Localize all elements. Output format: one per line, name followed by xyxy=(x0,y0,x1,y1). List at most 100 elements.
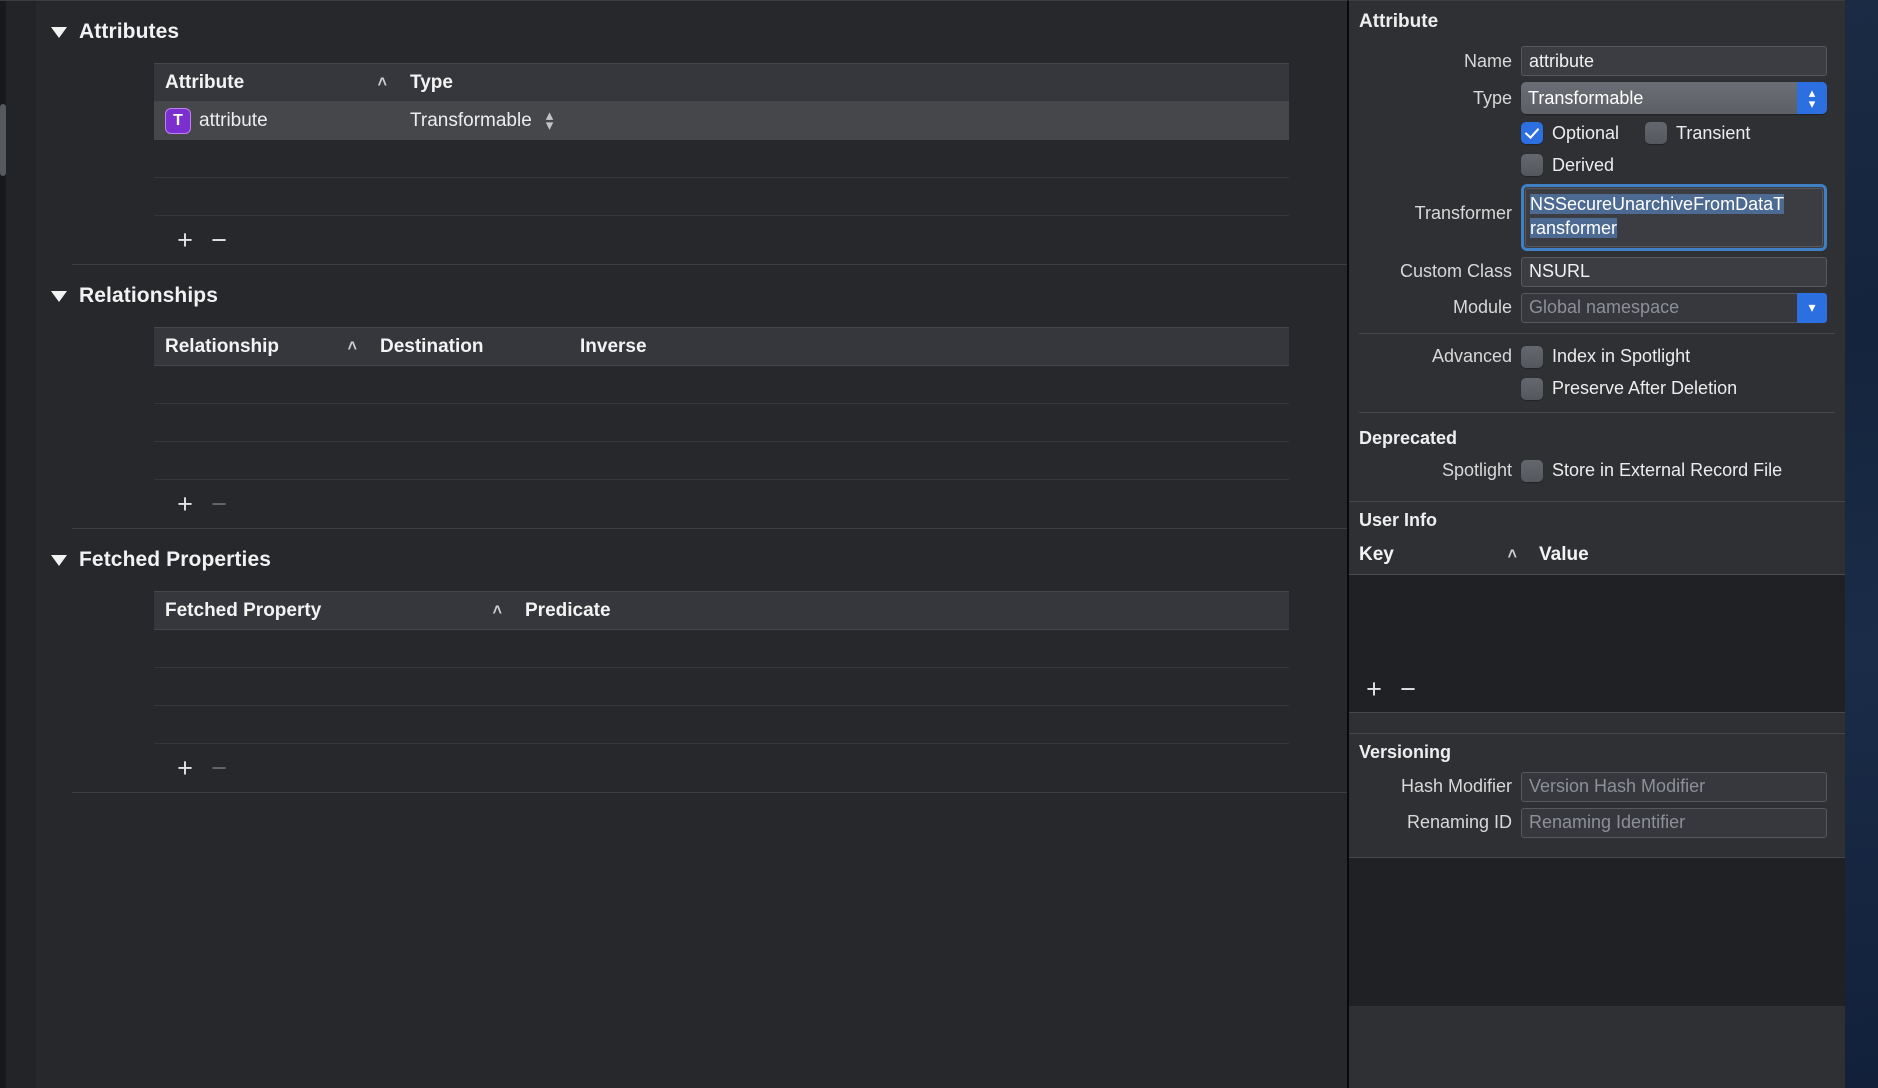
remove-user-info-button[interactable]: − xyxy=(1391,676,1425,703)
index-in-spotlight-label: Index in Spotlight xyxy=(1552,346,1690,367)
table-row-empty[interactable] xyxy=(154,668,1289,706)
section-title-attributes: Attributes xyxy=(79,20,179,44)
type-popup-button[interactable]: Transformable ▴▾ xyxy=(1521,82,1827,114)
table-row-empty[interactable] xyxy=(154,630,1289,668)
sort-ascending-icon: ˄ xyxy=(378,75,387,91)
chevron-updown-icon[interactable]: ▴▾ xyxy=(1797,82,1827,114)
optional-checkbox[interactable]: Optional xyxy=(1521,122,1619,144)
relationships-table-footer: + − xyxy=(36,480,1347,528)
row-deprecated-spotlight: Spotlight Store in External Record File xyxy=(1349,455,1845,487)
table-row-empty[interactable] xyxy=(154,706,1289,744)
table-row-empty[interactable] xyxy=(154,404,1289,442)
cell-attribute-name[interactable]: T attribute xyxy=(154,102,399,139)
section-header-fetched-properties[interactable]: Fetched Properties xyxy=(36,529,1347,591)
disclosure-triangle-icon[interactable] xyxy=(51,291,67,302)
checkbox-unchecked-icon xyxy=(1521,154,1543,176)
transformer-line-1: NSSecureUnarchiveFromDataT xyxy=(1530,194,1784,214)
divider xyxy=(1359,412,1835,413)
checkbox-unchecked-icon xyxy=(1521,346,1543,368)
table-row-empty[interactable] xyxy=(154,366,1289,404)
label-spotlight: Spotlight xyxy=(1349,460,1521,481)
checkbox-unchecked-icon xyxy=(1521,460,1543,482)
sort-ascending-icon: ˄ xyxy=(493,603,502,619)
label-name: Name xyxy=(1349,51,1521,72)
row-advanced-preserve: Preserve After Deletion xyxy=(1349,373,1845,405)
custom-class-input[interactable]: NSURL xyxy=(1521,257,1827,287)
attribute-name-text: attribute xyxy=(199,110,268,132)
add-fetched-property-button[interactable]: + xyxy=(168,755,202,782)
user-info-table-header: Key ˄ Value xyxy=(1349,537,1845,575)
desktop-wallpaper xyxy=(1845,0,1878,1088)
store-in-external-record-file-checkbox[interactable]: Store in External Record File xyxy=(1521,460,1782,482)
deprecated-heading: Deprecated xyxy=(1349,420,1845,455)
fetched-properties-table: Fetched Property ˄ Predicate xyxy=(154,591,1289,744)
transient-label: Transient xyxy=(1676,123,1750,144)
label-transformer: Transformer xyxy=(1349,184,1521,224)
model-editor-pane: Attributes Attribute ˄ Type xyxy=(0,0,1347,1088)
column-header-destination[interactable]: Destination xyxy=(369,328,569,365)
cell-attribute-type[interactable]: Transformable ▴▾ xyxy=(399,102,1289,139)
column-header-predicate[interactable]: Predicate xyxy=(514,592,1289,629)
hash-modifier-input[interactable]: Version Hash Modifier xyxy=(1521,772,1827,802)
add-relationship-button[interactable]: + xyxy=(168,491,202,518)
table-row[interactable]: T attribute Transformable ▴▾ xyxy=(154,102,1289,140)
relationships-table: Relationship ˄ Destination Inverse xyxy=(154,327,1289,480)
relationships-table-header: Relationship ˄ Destination Inverse xyxy=(154,327,1289,366)
module-combo-box[interactable]: Global namespace ▾ xyxy=(1521,293,1827,323)
versioning-heading: Versioning xyxy=(1349,734,1845,769)
type-stepper-icon[interactable]: ▴▾ xyxy=(546,111,554,130)
section-title-relationships: Relationships xyxy=(79,284,218,308)
preserve-after-deletion-checkbox[interactable]: Preserve After Deletion xyxy=(1521,378,1737,400)
checkbox-unchecked-icon xyxy=(1521,378,1543,400)
inspector-empty-area xyxy=(1349,858,1845,1006)
section-header-relationships[interactable]: Relationships xyxy=(36,265,1347,327)
column-header-value[interactable]: Value xyxy=(1529,537,1845,574)
xcode-core-data-model-editor: Attributes Attribute ˄ Type xyxy=(0,0,1878,1088)
add-user-info-button[interactable]: + xyxy=(1357,676,1391,703)
row-derived: Derived xyxy=(1349,149,1845,181)
user-info-heading: User Info xyxy=(1349,502,1845,537)
user-info-table-body[interactable] xyxy=(1349,575,1845,667)
attributes-table: Attribute ˄ Type T attribute xyxy=(154,63,1289,216)
row-type: Type Transformable ▴▾ xyxy=(1349,79,1845,117)
derived-checkbox[interactable]: Derived xyxy=(1521,154,1614,176)
remove-attribute-button[interactable]: − xyxy=(202,227,236,254)
disclosure-triangle-icon[interactable] xyxy=(51,27,67,38)
name-input[interactable]: attribute xyxy=(1521,46,1827,76)
table-row-empty[interactable] xyxy=(154,442,1289,480)
transformable-type-icon: T xyxy=(165,108,191,134)
renaming-id-input[interactable]: Renaming Identifier xyxy=(1521,808,1827,838)
label-module: Module xyxy=(1349,297,1521,318)
row-custom-class: Custom Class NSURL xyxy=(1349,254,1845,290)
column-header-key[interactable]: Key ˄ xyxy=(1349,537,1529,574)
attribute-inspector-panel: Attribute Name attribute Type Transforma… xyxy=(1347,0,1845,1088)
column-header-type[interactable]: Type xyxy=(399,64,1289,101)
spacer xyxy=(1349,713,1845,733)
chevron-down-icon[interactable]: ▾ xyxy=(1797,293,1827,323)
add-attribute-button[interactable]: + xyxy=(168,227,202,254)
column-header-attribute[interactable]: Attribute ˄ xyxy=(154,64,399,101)
table-row-empty[interactable] xyxy=(154,178,1289,216)
optional-label: Optional xyxy=(1552,123,1619,144)
attribute-type-text: Transformable xyxy=(410,110,532,132)
row-hash-modifier: Hash Modifier Version Hash Modifier xyxy=(1349,769,1845,805)
transformer-focus-ring: NSSecureUnarchiveFromDataTransformer xyxy=(1521,184,1827,251)
spacer xyxy=(1349,487,1845,501)
preserve-after-deletion-label: Preserve After Deletion xyxy=(1552,378,1737,399)
fetched-properties-table-header: Fetched Property ˄ Predicate xyxy=(154,591,1289,630)
table-row-empty[interactable] xyxy=(154,140,1289,178)
section-title-fetched-properties: Fetched Properties xyxy=(79,548,271,572)
section-header-attributes[interactable]: Attributes xyxy=(36,1,1347,63)
column-header-inverse[interactable]: Inverse xyxy=(569,328,1289,365)
index-in-spotlight-checkbox[interactable]: Index in Spotlight xyxy=(1521,346,1690,368)
column-header-fetched-property[interactable]: Fetched Property ˄ xyxy=(154,592,514,629)
editor-gutter xyxy=(6,1,36,1088)
disclosure-triangle-icon[interactable] xyxy=(51,555,67,566)
transformer-input[interactable]: NSSecureUnarchiveFromDataTransformer xyxy=(1525,188,1823,247)
row-advanced-index: Advanced Index in Spotlight xyxy=(1349,341,1845,373)
column-header-relationship[interactable]: Relationship ˄ xyxy=(154,328,369,365)
transient-checkbox[interactable]: Transient xyxy=(1645,122,1750,144)
row-renaming-id: Renaming ID Renaming Identifier xyxy=(1349,805,1845,841)
row-optional-transient: Optional Transient xyxy=(1349,117,1845,149)
section-relationships: Relationships Relationship ˄ Destination… xyxy=(36,265,1347,528)
